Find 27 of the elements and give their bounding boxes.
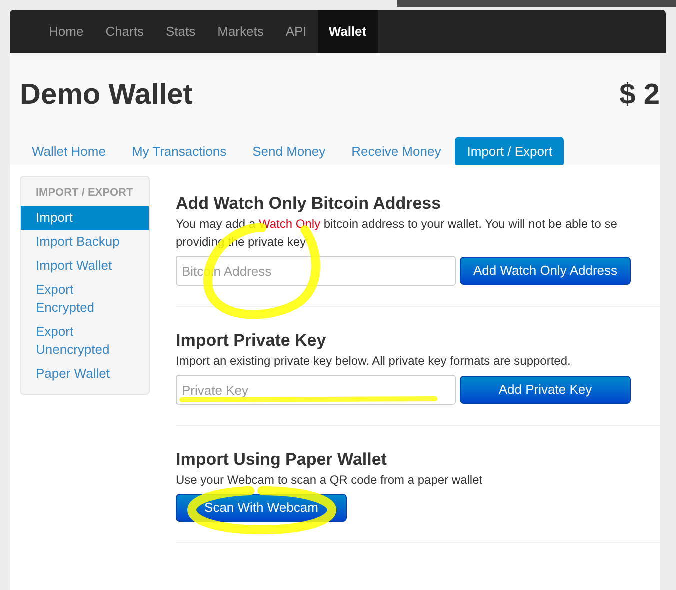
sidebar-item[interactable]: Import Backup (21, 230, 149, 254)
balance: $ 2 (620, 78, 660, 114)
sidebar-item[interactable]: Export Encrypted (21, 278, 149, 320)
nav-link[interactable]: Charts (94, 10, 155, 53)
page-title: Demo Wallet (20, 78, 193, 114)
section-description: Import an existing private key below. All private key formats are supported. (176, 353, 571, 370)
sidebar-heading: IMPORT / EXPORT (35, 186, 134, 201)
nav-link[interactable]: Wallet (318, 10, 378, 53)
tab[interactable]: Receive Money (340, 137, 454, 167)
sidebar-item[interactable]: Import Wallet (21, 254, 149, 278)
sidebar-item[interactable]: Export Unencrypted (21, 320, 149, 362)
nav-link[interactable]: Markets (206, 10, 275, 53)
nav-link[interactable]: API (274, 10, 318, 53)
tab[interactable]: Wallet Home (20, 137, 118, 167)
tab[interactable]: Send Money (240, 137, 338, 167)
tab[interactable]: My Transactions (120, 137, 239, 167)
tab[interactable]: Import / Export (455, 137, 564, 167)
section-title: Add Watch Only Bitcoin Address (176, 193, 442, 215)
section-description: Use your Webcam to scan a QR code from a paper wallet (176, 472, 483, 489)
submit-button[interactable]: Add Watch Only Address (460, 257, 631, 285)
sidebar-item[interactable]: Paper Wallet (21, 362, 149, 386)
section-title: Import Private Key (176, 330, 328, 352)
sidebar-item[interactable]: Import (21, 206, 149, 230)
submit-button[interactable]: Add Private Key (460, 376, 631, 404)
nav-link[interactable]: Home (38, 10, 95, 53)
section-title: Import Using Paper Wallet (176, 449, 388, 471)
nav-link[interactable]: Stats (154, 10, 207, 53)
